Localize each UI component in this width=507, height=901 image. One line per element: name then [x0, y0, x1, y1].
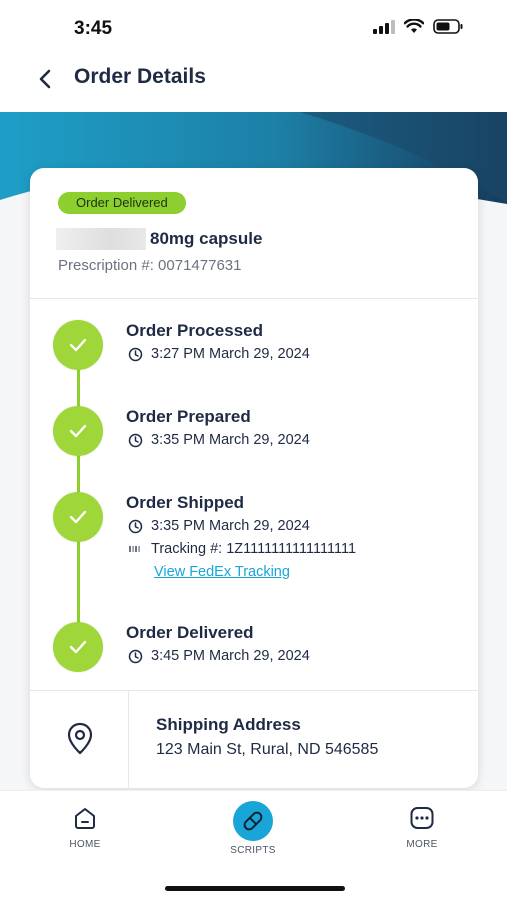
- order-summary: Order Delivered 80mg capsule Prescriptio…: [30, 168, 478, 299]
- nav-home[interactable]: HOME: [40, 801, 130, 850]
- bottom-nav: HOME SCRIPTS MORE: [0, 790, 507, 901]
- tracking-number: Tracking #: 1Z1111111111111111: [128, 541, 356, 557]
- shipping-address-section: Shipping Address 123 Main St, Rural, ND …: [30, 690, 478, 789]
- pill-icon: [233, 801, 273, 841]
- clock-icon: [128, 433, 143, 447]
- nav-scripts[interactable]: SCRIPTS: [208, 801, 298, 856]
- nav-more[interactable]: MORE: [377, 801, 467, 850]
- more-icon: [405, 801, 439, 835]
- barcode-icon: [129, 546, 140, 552]
- page-title: Order Details: [74, 65, 206, 88]
- check-circle-icon: [53, 622, 103, 672]
- view-fedex-tracking-link[interactable]: View FedEx Tracking: [154, 564, 290, 580]
- cellular-signal-icon: [373, 19, 395, 34]
- chevron-left-icon: [39, 69, 51, 89]
- drug-name: 80mg capsule: [150, 229, 263, 248]
- status-badge: Order Delivered: [58, 192, 186, 214]
- clock-icon: [128, 519, 143, 533]
- nav-label: HOME: [69, 839, 101, 850]
- order-timeline: Order Processed 3:27 PM March 29, 2024 O…: [30, 299, 478, 689]
- step-time-text: 3:45 PM March 29, 2024: [151, 648, 310, 664]
- clock-icon: [128, 347, 143, 361]
- step-time: 3:35 PM March 29, 2024: [128, 432, 310, 448]
- check-circle-icon: [53, 320, 103, 370]
- nav-label: MORE: [406, 839, 438, 850]
- redacted-drug-name: [56, 228, 146, 250]
- clock-icon: [128, 649, 143, 663]
- step-time-text: 3:27 PM March 29, 2024: [151, 346, 310, 362]
- step-title: Order Processed: [126, 321, 264, 340]
- tracking-number-text: Tracking #: 1Z1111111111111111: [151, 541, 357, 557]
- status-icons: [373, 19, 463, 34]
- step-time: 3:45 PM March 29, 2024: [128, 648, 310, 664]
- status-bar: 3:45: [0, 0, 507, 56]
- nav-label: SCRIPTS: [230, 845, 276, 856]
- status-time: 3:45: [74, 18, 113, 39]
- home-icon: [68, 801, 102, 835]
- wifi-icon: [404, 19, 424, 33]
- step-title: Order Prepared: [126, 407, 251, 426]
- step-time-text: 3:35 PM March 29, 2024: [151, 518, 310, 534]
- step-time-text: 3:35 PM March 29, 2024: [151, 432, 310, 448]
- order-card: Order Delivered 80mg capsule Prescriptio…: [30, 168, 478, 789]
- step-title: Order Shipped: [126, 493, 245, 512]
- back-button[interactable]: [30, 64, 60, 94]
- battery-icon: [433, 19, 463, 34]
- timeline-line: [77, 339, 80, 639]
- header: Order Details: [0, 56, 507, 112]
- check-circle-icon: [53, 492, 103, 542]
- prescription-number: Prescription #: 0071477631: [58, 257, 242, 274]
- drug-row: 80mg capsule: [56, 228, 262, 250]
- step-time: 3:35 PM March 29, 2024: [128, 518, 310, 534]
- step-title: Order Delivered: [126, 623, 254, 642]
- shipping-address-title: Shipping Address: [156, 715, 301, 734]
- shipping-address-value: 123 Main St, Rural, ND 546585: [156, 741, 379, 758]
- divider: [128, 691, 129, 789]
- step-time: 3:27 PM March 29, 2024: [128, 346, 310, 362]
- location-pin-icon: [64, 721, 96, 762]
- check-circle-icon: [53, 406, 103, 456]
- home-indicator: [165, 886, 345, 891]
